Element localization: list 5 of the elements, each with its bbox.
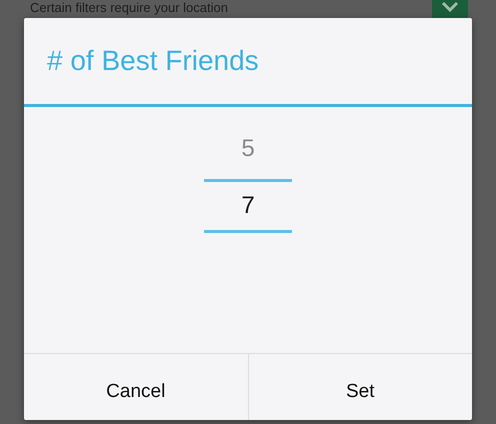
hint-text: Certain filters require your location xyxy=(30,0,228,15)
cancel-button[interactable]: Cancel xyxy=(24,354,248,420)
picker-value[interactable]: 7 xyxy=(204,179,292,233)
dialog-title: # of Best Friends xyxy=(47,45,259,77)
set-button[interactable]: Set xyxy=(248,354,472,420)
